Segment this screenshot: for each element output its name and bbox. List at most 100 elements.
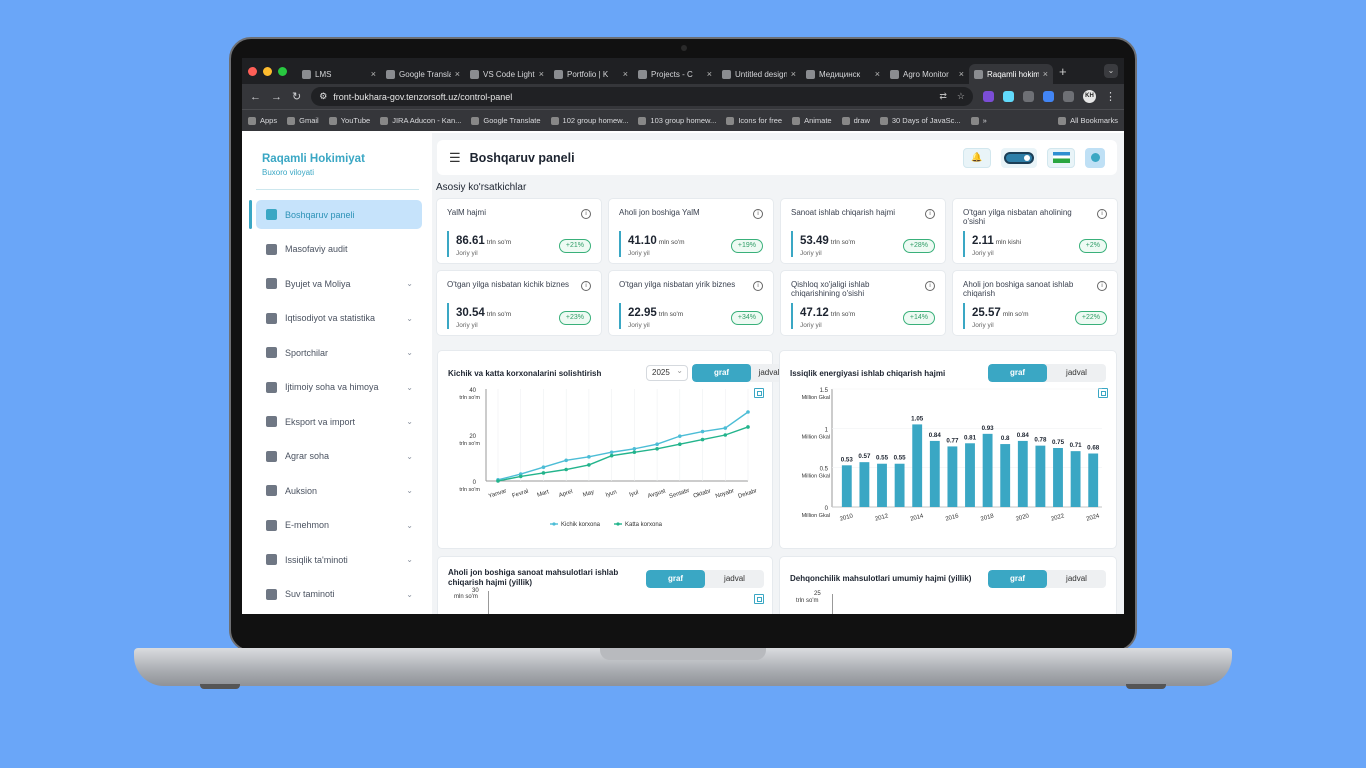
data-point[interactable] [587, 463, 591, 467]
browser-tab[interactable]: Медицинск × [801, 64, 885, 84]
info-icon[interactable]: i [753, 209, 763, 219]
sidebar-item[interactable]: Sportchilar ⌄ [256, 338, 422, 367]
bookmark-star-icon[interactable]: ☆ [957, 91, 965, 102]
translate-icon[interactable]: ⇄ [939, 91, 947, 102]
profile-avatar[interactable]: KH [1083, 90, 1096, 103]
bar[interactable] [965, 443, 975, 507]
bookmark-item[interactable]: 102 group homew... [550, 116, 628, 125]
data-point[interactable] [632, 450, 637, 455]
data-point[interactable] [541, 471, 546, 475]
sidebar-item[interactable]: Masofaviy audit [256, 235, 422, 264]
close-tab-icon[interactable]: × [959, 69, 964, 79]
data-point[interactable] [564, 458, 568, 463]
bar[interactable] [982, 433, 993, 507]
sidebar-item[interactable]: Ijtimoiy soha va himoya ⌄ [256, 373, 422, 402]
bar[interactable] [1035, 445, 1046, 507]
close-tab-icon[interactable]: × [1043, 69, 1048, 79]
bookmark-item[interactable]: Animate [792, 116, 832, 125]
close-tab-icon[interactable]: × [455, 69, 460, 79]
close-tab-icon[interactable]: × [707, 69, 712, 79]
sidebar-item[interactable]: Iqtisodiyot va statistika ⌄ [256, 304, 422, 333]
graph-tab[interactable]: graf [988, 570, 1047, 588]
expand-icon[interactable] [754, 594, 764, 604]
sidebar-item[interactable]: Suv taminoti ⌄ [256, 580, 422, 609]
close-tab-icon[interactable]: × [539, 69, 544, 79]
extension-icon[interactable] [1023, 91, 1034, 102]
bar[interactable] [929, 440, 940, 507]
graph-tab[interactable]: graf [646, 570, 705, 588]
data-point[interactable] [518, 474, 523, 479]
graph-tab[interactable]: graf [692, 364, 751, 382]
bar[interactable] [1088, 453, 1099, 507]
sidebar-item[interactable]: Issiqlik ta'minoti ⌄ [256, 545, 422, 574]
table-tab[interactable]: jadval [1047, 364, 1106, 382]
data-point[interactable] [609, 450, 614, 455]
user-icon[interactable] [1085, 147, 1105, 168]
browser-tab[interactable]: Google Translate × [381, 64, 465, 84]
data-point[interactable] [700, 437, 705, 442]
maximize-window-button[interactable] [278, 66, 287, 76]
extension-icon[interactable] [983, 91, 994, 102]
data-point[interactable] [678, 442, 682, 446]
data-point[interactable] [564, 467, 568, 472]
reload-icon[interactable]: ↻ [292, 90, 301, 103]
data-point[interactable] [700, 429, 705, 434]
data-point[interactable] [678, 434, 682, 438]
info-icon[interactable]: i [581, 281, 591, 291]
bar[interactable] [877, 463, 887, 507]
bookmark-item[interactable]: 30 Days of JavaSc... [879, 116, 961, 125]
bar[interactable] [859, 462, 870, 507]
bar[interactable] [912, 424, 923, 507]
tab-search-button[interactable]: ⌄ [1104, 64, 1118, 78]
puzzle-icon[interactable] [1063, 91, 1074, 102]
browser-tab[interactable]: Raqamli hokimiyat × [969, 64, 1053, 84]
language-button[interactable] [1047, 147, 1075, 168]
table-tab[interactable]: jadval [705, 570, 764, 588]
data-point[interactable] [746, 410, 750, 414]
close-tab-icon[interactable]: × [371, 69, 376, 79]
info-icon[interactable]: i [1097, 281, 1107, 291]
data-point[interactable] [587, 455, 591, 459]
close-tab-icon[interactable]: × [791, 69, 796, 79]
info-icon[interactable]: i [925, 281, 935, 291]
data-point[interactable] [723, 426, 728, 430]
sidebar-item[interactable]: Byujet va Moliya ⌄ [256, 269, 422, 298]
close-tab-icon[interactable]: × [875, 69, 880, 79]
site-info-icon[interactable]: ⚙ [319, 91, 327, 102]
data-point[interactable] [723, 433, 728, 437]
new-tab-button[interactable]: + [1059, 64, 1067, 79]
close-tab-icon[interactable]: × [623, 69, 628, 79]
sidebar-item[interactable]: Boshqaruv paneli [249, 200, 422, 229]
bookmark-item[interactable]: Apps [248, 116, 277, 125]
bar[interactable] [1017, 440, 1028, 507]
data-point[interactable] [746, 425, 750, 429]
data-point[interactable] [632, 447, 637, 451]
browser-tab[interactable]: Untitled design × [717, 64, 801, 84]
bookmark-item[interactable]: Gmail [287, 116, 319, 125]
data-point[interactable] [655, 442, 659, 446]
bookmark-item[interactable]: Google Translate [471, 116, 541, 125]
year-select[interactable]: 2025 [646, 364, 688, 381]
notification-bell-icon[interactable]: 🔔 [963, 147, 991, 168]
sidebar-item[interactable]: Auksion ⌄ [256, 476, 422, 505]
browser-tab[interactable]: LMS × [297, 64, 381, 84]
info-icon[interactable]: i [1097, 209, 1107, 219]
close-window-button[interactable] [248, 66, 257, 76]
browser-tab[interactable]: VS Code Light × [465, 64, 549, 84]
data-point[interactable] [655, 447, 659, 451]
data-point[interactable] [541, 465, 546, 469]
info-icon[interactable]: i [581, 209, 591, 219]
back-icon[interactable]: ← [250, 91, 261, 103]
brand[interactable]: Raqamli Hokimiyat Buxoro viloyati [262, 153, 365, 177]
graph-tab[interactable]: graf [988, 364, 1047, 382]
bar[interactable] [1000, 444, 1011, 507]
bar[interactable] [1070, 451, 1081, 507]
info-icon[interactable]: i [753, 281, 763, 291]
bookmark-item[interactable]: Icons for free [726, 116, 782, 125]
bar[interactable] [894, 463, 905, 507]
bar[interactable] [947, 446, 958, 507]
sidebar-item[interactable]: Eksport va import ⌄ [256, 407, 422, 436]
bookmark-item[interactable]: draw [841, 116, 870, 125]
forward-icon[interactable]: → [271, 91, 282, 103]
minimize-window-button[interactable] [263, 66, 272, 76]
